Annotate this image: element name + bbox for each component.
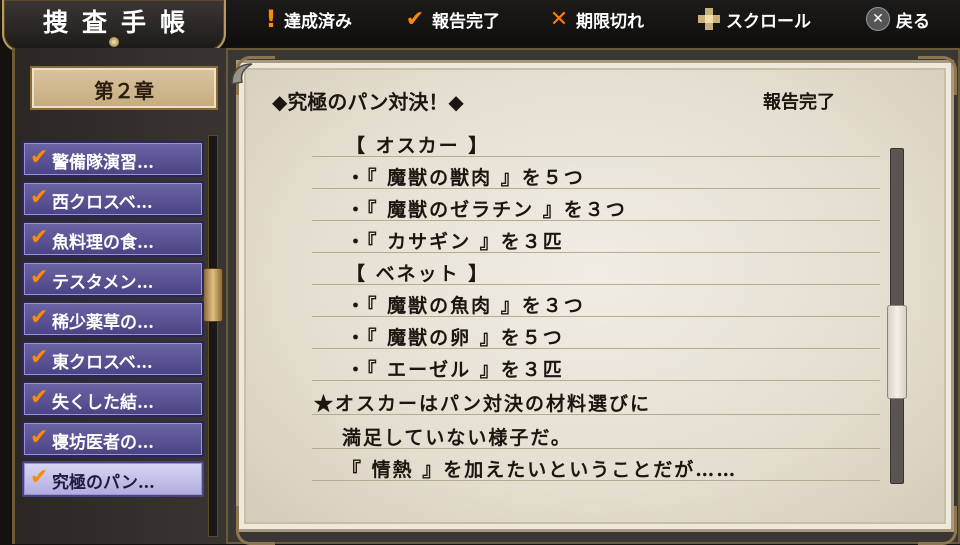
quest-item-label: 失くした結…	[52, 393, 154, 413]
quest-item-label: テスタメン…	[52, 273, 154, 293]
back-button-label: 戻る	[896, 11, 930, 32]
quest-item-label: 警備隊演習…	[52, 153, 154, 173]
detail-line-text: ・『 魔獣の魚肉 』を３つ	[346, 295, 585, 317]
check-icon: ✔	[30, 145, 49, 170]
quest-item-label: 東クロスベ…	[52, 353, 153, 373]
detail-line-text: 【 オスカー 】	[346, 135, 490, 157]
legend-reported-label: 報告完了	[432, 11, 500, 32]
check-icon: ✔	[30, 425, 49, 450]
detail-line: ・『 カサギン 』を３匹	[312, 224, 880, 255]
detail-line: ・『 エーゼル 』を３匹	[312, 352, 880, 383]
check-icon: ✔	[405, 6, 425, 32]
check-icon: ✔	[30, 225, 49, 250]
check-icon: ✔	[30, 345, 49, 370]
detail-line: ★オスカーはパン対決の材料選びに	[312, 386, 880, 417]
quest-list-scrollbar[interactable]	[208, 135, 218, 537]
detail-line-text: ・『 魔獣のゼラチン 』を３つ	[346, 199, 627, 221]
chapter-plate: 第２章	[30, 66, 218, 110]
quest-item-label: 寝坊医者の…	[52, 433, 154, 453]
screen-title: 捜査手帳	[42, 8, 199, 37]
legend-completed-label: 達成済み	[284, 11, 352, 32]
quest-item-label: 魚料理の食…	[52, 233, 154, 253]
legend-expired: ✕ 期限切れ	[548, 6, 644, 32]
corner-ornament	[918, 56, 957, 95]
detail-line: 『 情熱 』を加えたいということだが……	[312, 452, 880, 483]
quest-list-scroll-thumb[interactable]	[203, 268, 223, 322]
exclamation-icon: !	[265, 5, 277, 33]
check-icon: ✔	[30, 305, 49, 330]
detail-line-text: 満足していない様子だ。	[342, 427, 572, 449]
quest-item-label: 稀少薬草の…	[52, 313, 154, 333]
corner-ornament	[236, 506, 275, 545]
check-icon: ✔	[30, 465, 49, 490]
legend-scroll: スクロール	[698, 6, 811, 32]
back-button[interactable]: ✕ 戻る	[866, 6, 930, 32]
detail-scroll-thumb[interactable]	[887, 305, 907, 399]
page-curl-icon	[231, 63, 253, 85]
quest-item[interactable]: ✔ 西クロスベ…	[22, 181, 204, 217]
quest-item[interactable]: ✔ 寝坊医者の…	[22, 421, 204, 457]
quest-item[interactable]: ✔ 警備隊演習…	[22, 141, 204, 177]
quest-item-label: 西クロスベ…	[52, 193, 153, 213]
check-icon: ✔	[30, 185, 49, 210]
quest-item[interactable]: ✔ テスタメン…	[22, 261, 204, 297]
quest-item-selected[interactable]: ✔ 究極のパン…	[22, 461, 204, 497]
quest-status: 報告完了	[763, 92, 835, 113]
quest-item[interactable]: ✔ 東クロスベ…	[22, 341, 204, 377]
legend-completed: ! 達成済み	[264, 5, 352, 33]
check-icon: ✔	[30, 385, 49, 410]
title-plate: 捜査手帳	[2, 0, 226, 52]
detail-line: 【 ベネット 】	[312, 256, 880, 287]
detail-line: ・『 魔獣のゼラチン 』を３つ	[312, 192, 880, 223]
legend-scroll-label: スクロール	[726, 11, 811, 32]
quest-item-label: 究極のパン…	[52, 473, 155, 493]
legend-expired-label: 期限切れ	[576, 11, 644, 32]
detail-line-text: ・『 カサギン 』を３匹	[346, 231, 564, 253]
detail-line-text: ・『 魔獣の獣肉 』を５つ	[346, 167, 585, 189]
detail-line: ・『 魔獣の卵 』を５つ	[312, 320, 880, 351]
detail-line-text: 【 ベネット 】	[346, 263, 490, 285]
quest-item[interactable]: ✔ 失くした結…	[22, 381, 204, 417]
quest-title: ◆究極のパン対決！◆	[272, 90, 464, 114]
legend-reported: ✔ 報告完了	[404, 6, 500, 32]
detail-line-text: ・『 魔獣の卵 』を５つ	[346, 327, 564, 349]
dpad-icon	[698, 8, 720, 30]
corner-ornament	[918, 506, 957, 545]
detail-line: 満足していない様子だ。	[312, 420, 880, 451]
detail-line-text: 『 情熱 』を加えたいということだが……	[342, 459, 738, 481]
detail-line: ・『 魔獣の獣肉 』を５つ	[312, 160, 880, 191]
check-icon: ✔	[30, 265, 49, 290]
quest-item[interactable]: ✔ 魚料理の食…	[22, 221, 204, 257]
x-icon: ✕	[549, 6, 569, 32]
circle-x-button-icon: ✕	[866, 7, 890, 31]
gem-ornament-icon	[109, 37, 119, 47]
detail-line-text: ・『 エーゼル 』を３匹	[346, 359, 564, 381]
detail-line-text: ★オスカーはパン対決の材料選びに	[314, 393, 651, 415]
detail-line: ・『 魔獣の魚肉 』を３つ	[312, 288, 880, 319]
detail-line: 【 オスカー 】	[312, 128, 880, 159]
chapter-label: 第２章	[94, 79, 154, 103]
quest-item[interactable]: ✔ 稀少薬草の…	[22, 301, 204, 337]
